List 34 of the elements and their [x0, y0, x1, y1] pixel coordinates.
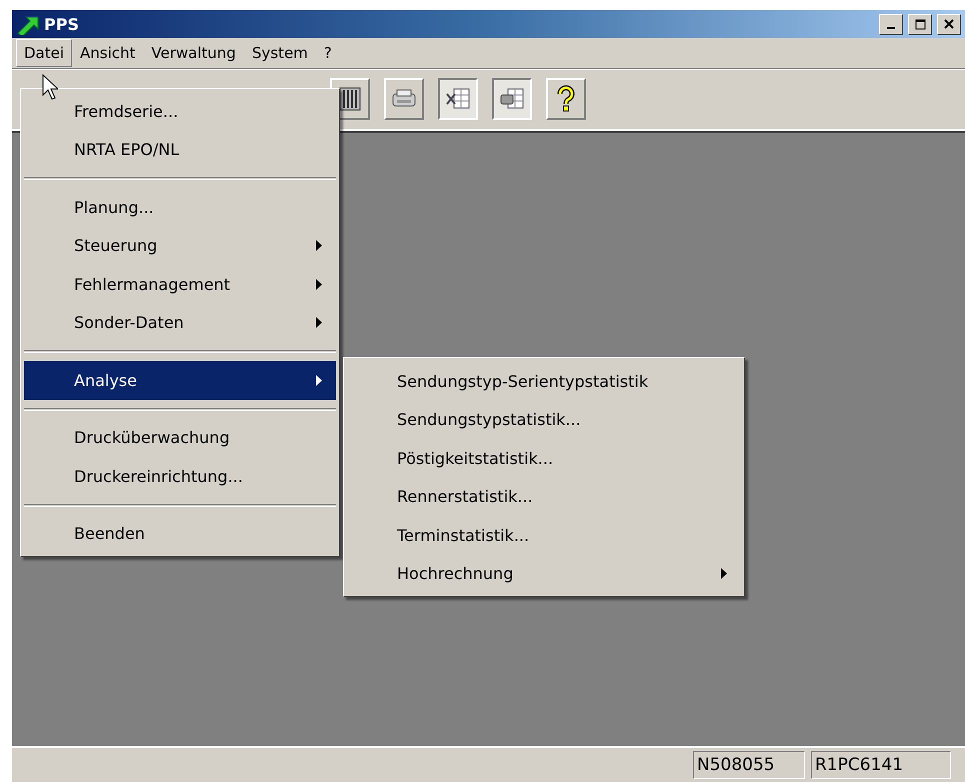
menu-item[interactable]: Terminstatistik...: [347, 516, 741, 554]
menu-item[interactable]: Sonder-Daten: [24, 304, 336, 342]
menu-item[interactable]: Drucküberwachung: [24, 418, 336, 457]
menu-bar-item[interactable]: ?: [316, 39, 340, 67]
menu-item[interactable]: Fremdserie...: [24, 92, 336, 130]
menu-item[interactable]: Sendungstypstatistik...: [347, 400, 741, 439]
menu-item[interactable]: Beenden: [24, 514, 336, 553]
grid-icon: [338, 86, 362, 112]
status-panel: N508055: [693, 751, 805, 779]
minimize-button[interactable]: [879, 14, 903, 34]
help-icon: [556, 85, 576, 113]
menu-item[interactable]: Planung...: [24, 188, 336, 226]
maximize-button[interactable]: [908, 14, 932, 34]
toolbar-button[interactable]: [492, 78, 532, 120]
close-button[interactable]: [937, 14, 961, 34]
menu-item[interactable]: Hochrechnung: [347, 554, 741, 593]
toolbar-button[interactable]: [438, 78, 478, 120]
menu-item[interactable]: Pöstigkeitstatistik...: [347, 439, 741, 478]
menu-item[interactable]: Analyse: [24, 361, 336, 400]
menu-bar-item[interactable]: Datei: [16, 39, 72, 67]
minimize-icon: [887, 27, 895, 29]
maximize-icon: [914, 18, 926, 30]
menu-item[interactable]: Rennerstatistik...: [347, 478, 741, 516]
close-icon: [944, 19, 954, 29]
menu-item[interactable]: Druckereinrichtung...: [24, 457, 336, 496]
menu-bar-item[interactable]: Verwaltung: [143, 39, 244, 67]
menu-item[interactable]: Steuerung: [24, 226, 336, 265]
menu-bar-item[interactable]: System: [244, 39, 316, 67]
menu-item[interactable]: Sendungstyp-Serientypstatistik: [347, 362, 741, 400]
status-panel: R1PC6141: [811, 751, 951, 779]
window-title: PPS: [44, 14, 79, 34]
menu-item[interactable]: Fehlermanagement: [24, 265, 336, 304]
menu-item[interactable]: NRTA EPO/NL: [24, 130, 336, 169]
menu-bar-item[interactable]: Ansicht: [72, 39, 144, 67]
